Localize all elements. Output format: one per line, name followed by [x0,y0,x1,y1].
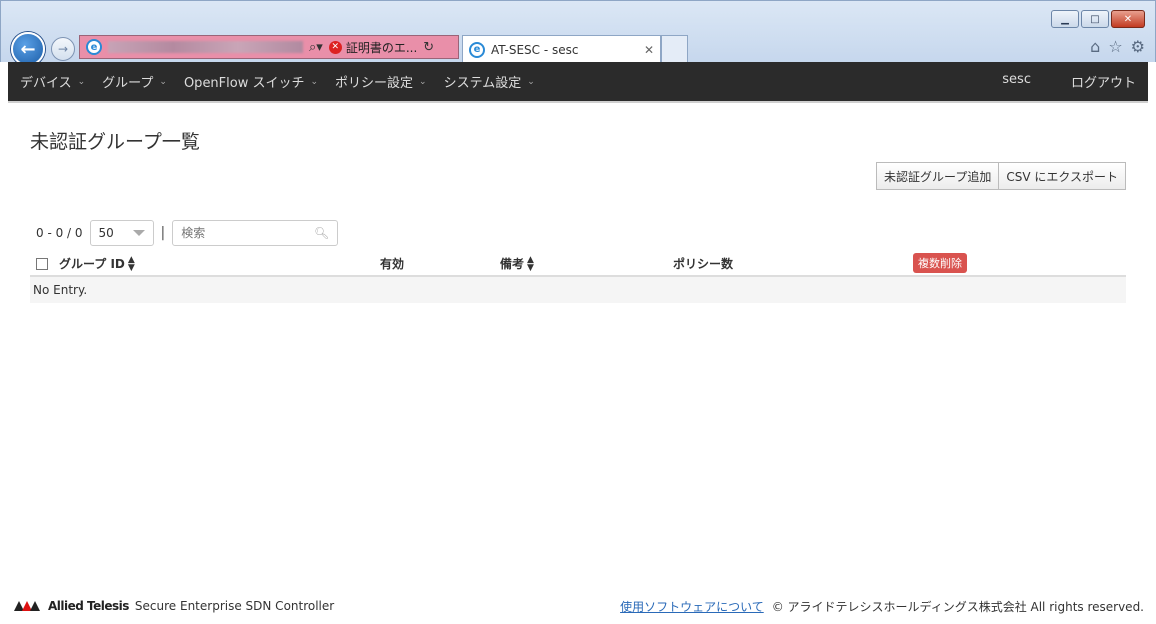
nav-item-openflow-switch[interactable]: OpenFlow スイッチ ⌄ [184,72,327,91]
ie-icon: e [86,39,102,55]
nav-item-policy-settings[interactable]: ポリシー設定 ⌄ [335,72,436,91]
header-group-id[interactable]: グループ ID ▲ ▼ [36,255,135,272]
error-icon: ✕ [328,40,342,54]
table-row: No Entry. [30,277,1126,303]
nav-item-devices[interactable]: デバイス ⌄ [20,72,94,91]
sort-icon[interactable]: ▲ ▼ [128,255,135,272]
back-arrow-icon[interactable]: ← [11,32,45,66]
header-note[interactable]: 備考 ▲ ▼ [500,255,534,272]
column-label: グループ ID [59,257,125,271]
tab-title: AT-SESC - sesc [491,42,579,57]
chevron-down-icon: ⌄ [527,76,535,87]
user-name[interactable]: sesc [1002,72,1031,91]
column-label: 有効 [380,257,405,271]
search-icon[interactable]: ⌕▾ [309,40,323,55]
search-icon[interactable]: 🔍︎ [314,226,329,240]
search-box[interactable]: 🔍︎ [172,220,339,246]
main-content: 未認証グループ一覧 未認証グループ追加 CSV にエクスポート 0 - 0 / … [8,101,1148,616]
minimize-icon[interactable]: ▁ [1051,10,1079,28]
select-all-checkbox[interactable] [36,257,48,270]
table-toolbar: 0 - 0 / 0 50 | 🔍︎ [36,220,339,246]
address-bar[interactable]: e ⌕▾ ✕ 証明書のエ... ↻ [79,35,459,59]
logout-link[interactable]: ログアウト [1071,72,1136,91]
nav-right: sesc ログアウト [1002,72,1148,91]
nav-item-groups[interactable]: グループ ⌄ [102,72,176,91]
browser-toolbar-icons: ⌂ ☆ ⚙ [1090,37,1145,56]
nav-label: OpenFlow スイッチ [183,76,305,91]
home-icon[interactable]: ⌂ [1090,37,1100,56]
dropdown-caret-icon [132,230,145,236]
brand-name: Allied Telesis [48,599,129,613]
footer-right: 使用ソフトウェアについて © アライドテレシスホールディングス株式会社 All … [620,598,1148,615]
refresh-icon[interactable]: ↻ [423,40,434,55]
copyright: © アライドテレシスホールディングス株式会社 All rights reserv… [771,599,1144,614]
column-label: ポリシー数 [673,257,734,271]
browser-chrome: ▁ □ ✕ ← → e ⌕▾ ✕ 証明書のエ... ↻ e AT-SESC - … [0,0,1156,66]
footer: Allied Telesis Secure Enterprise SDN Con… [8,596,1148,616]
close-window-icon[interactable]: ✕ [1111,10,1145,28]
browser-tab[interactable]: e AT-SESC - sesc ✕ [462,35,661,63]
forward-arrow-icon[interactable]: → [51,37,75,61]
header-enabled: 有効 [380,255,404,272]
certificate-error-label: 証明書のエ... [345,40,418,55]
nav-menu: デバイス ⌄ グループ ⌄ OpenFlow スイッチ ⌄ ポリシー設定 ⌄ システム設… [8,72,552,91]
nav-label: ポリシー設定 [335,76,414,91]
tab-close-icon[interactable]: ✕ [644,43,654,57]
empty-message: No Entry. [33,283,88,297]
window-controls: ▁ □ ✕ [1051,10,1145,28]
certificate-error[interactable]: ✕ 証明書のエ... [328,39,418,56]
sort-icon[interactable]: ▲ ▼ [527,255,534,272]
favorites-star-icon[interactable]: ☆ [1108,37,1122,56]
chevron-down-icon: ⌄ [77,76,86,87]
header-bulk-delete: 複数削除 [913,253,967,273]
chevron-down-icon: ⌄ [159,76,167,87]
action-buttons: 未認証グループ追加 CSV にエクスポート [876,162,1126,190]
allied-telesis-logo-icon [14,601,44,611]
app-navbar: デバイス ⌄ グループ ⌄ OpenFlow スイッチ ⌄ ポリシー設定 ⌄ システム設… [8,62,1148,101]
url-redacted [108,41,303,53]
divider: | [160,225,166,241]
software-info-link[interactable]: 使用ソフトウェアについて [620,598,764,615]
page-title: 未認証グループ一覧 [30,131,200,153]
record-count: 0 - 0 / 0 [36,226,83,240]
column-label: 備考 [500,257,525,271]
nav-label: グループ [102,76,154,91]
chevron-down-icon: ⌄ [419,76,427,87]
maximize-icon[interactable]: □ [1081,10,1109,28]
header-policy-count: ポリシー数 [673,255,733,272]
page-size-select[interactable]: 50 [89,220,154,246]
new-tab-button[interactable] [661,35,688,63]
add-unauth-group-button[interactable]: 未認証グループ追加 [876,162,1000,190]
table-header: グループ ID ▲ ▼ 有効 備考 ▲ ▼ ポリシー数 複数削除 [30,251,1126,277]
tab-ie-icon: e [469,41,485,58]
nav-label: デバイス [20,76,72,91]
bulk-delete-button[interactable]: 複数削除 [913,253,967,273]
csv-export-button[interactable]: CSV にエクスポート [999,162,1126,190]
nav-item-system-settings[interactable]: システム設定 ⌄ [444,72,544,91]
settings-gear-icon[interactable]: ⚙ [1131,37,1145,56]
product-name: Secure Enterprise SDN Controller [134,599,335,613]
nav-label: システム設定 [443,76,522,91]
brand-logo: Allied Telesis [8,599,129,613]
group-table: グループ ID ▲ ▼ 有効 備考 ▲ ▼ ポリシー数 複数削除 No Entry. [30,251,1126,303]
search-input[interactable] [181,226,302,240]
page-size-value: 50 [98,226,114,240]
chevron-down-icon: ⌄ [310,76,319,87]
